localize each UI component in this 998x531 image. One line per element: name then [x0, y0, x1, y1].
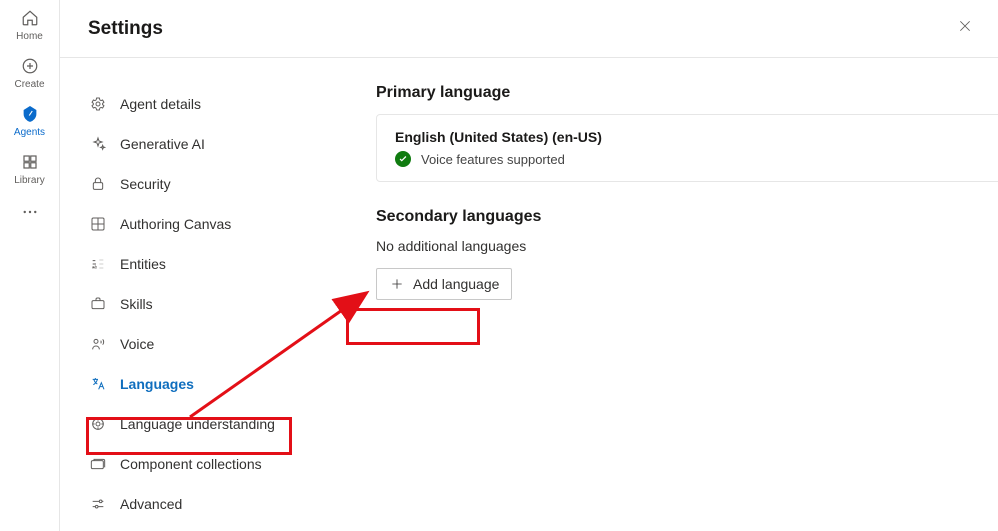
- sidebar-item-skills[interactable]: Skills: [88, 284, 316, 324]
- secondary-empty-message: No additional languages: [376, 238, 998, 254]
- secondary-languages-heading: Secondary languages: [376, 208, 998, 226]
- sidebar-item-agent-details[interactable]: Agent details: [88, 84, 316, 124]
- brain-icon: [88, 416, 108, 432]
- sidebar-item-label: Agent details: [120, 97, 201, 111]
- sidebar-item-label: Skills: [120, 297, 153, 311]
- sidebar-item-label: Voice: [120, 337, 154, 351]
- rail-item-more[interactable]: [0, 202, 60, 222]
- main-panel: Primary language English (United States)…: [316, 58, 998, 531]
- languages-icon: [88, 376, 108, 392]
- rail-item-library[interactable]: Library: [0, 152, 60, 186]
- app-rail: Home Create Agents Library: [0, 0, 60, 531]
- page-header: Settings: [60, 0, 998, 58]
- rail-label: Home: [16, 31, 43, 42]
- close-button[interactable]: [952, 13, 978, 44]
- lock-icon: [88, 176, 108, 192]
- sidebar-item-label: Advanced: [120, 497, 182, 511]
- settings-sidebar: Agent details Generative AI Security Aut…: [60, 58, 316, 531]
- collections-icon: [88, 456, 108, 472]
- rail-item-home[interactable]: Home: [0, 8, 60, 42]
- primary-language-status-row: Voice features supported: [395, 151, 993, 167]
- sidebar-item-label: Authoring Canvas: [120, 217, 231, 231]
- sidebar-item-label: Languages: [120, 377, 194, 391]
- sidebar-item-component-collections[interactable]: Component collections: [88, 444, 316, 484]
- checkmark-circle-icon: [395, 151, 411, 167]
- close-icon: [958, 20, 972, 37]
- entities-icon: ab: [88, 256, 108, 272]
- sidebar-item-voice[interactable]: Voice: [88, 324, 316, 364]
- sidebar-item-advanced[interactable]: Advanced: [88, 484, 316, 524]
- sidebar-item-label: Generative AI: [120, 137, 205, 151]
- ellipsis-icon: [20, 202, 40, 222]
- agents-icon: [20, 104, 40, 124]
- sidebar-item-generative-ai[interactable]: Generative AI: [88, 124, 316, 164]
- primary-language-card[interactable]: English (United States) (en-US) Voice fe…: [376, 114, 998, 182]
- sidebar-item-label: Component collections: [120, 457, 262, 471]
- rail-label: Agents: [14, 127, 45, 138]
- primary-language-name: English (United States) (en-US): [395, 129, 993, 145]
- svg-text:ab: ab: [92, 265, 98, 270]
- plus-icon: [389, 276, 405, 292]
- rail-label: Create: [14, 79, 44, 90]
- sliders-icon: [88, 496, 108, 512]
- home-icon: [20, 8, 40, 28]
- sidebar-item-security[interactable]: Security: [88, 164, 316, 204]
- primary-language-heading: Primary language: [376, 84, 998, 102]
- plus-circle-icon: [20, 56, 40, 76]
- page-title: Settings: [88, 18, 163, 40]
- primary-language-status: Voice features supported: [421, 152, 565, 167]
- add-language-label: Add language: [413, 276, 499, 292]
- sidebar-item-languages[interactable]: Languages: [88, 364, 316, 404]
- sidebar-item-label: Language understanding: [120, 417, 275, 431]
- sidebar-item-label: Entities: [120, 257, 166, 271]
- library-icon: [20, 152, 40, 172]
- gear-icon: [88, 96, 108, 112]
- canvas-icon: [88, 216, 108, 232]
- sidebar-item-language-understanding[interactable]: Language understanding: [88, 404, 316, 444]
- skills-icon: [88, 296, 108, 312]
- sparkle-icon: [88, 136, 108, 152]
- sidebar-item-authoring-canvas[interactable]: Authoring Canvas: [88, 204, 316, 244]
- settings-page: Settings Agent details Generative AI: [60, 0, 998, 531]
- content-area: Agent details Generative AI Security Aut…: [60, 58, 998, 531]
- sidebar-item-label: Security: [120, 177, 171, 191]
- rail-item-create[interactable]: Create: [0, 56, 60, 90]
- rail-item-agents[interactable]: Agents: [0, 104, 60, 138]
- rail-label: Library: [14, 175, 45, 186]
- sidebar-item-entities[interactable]: ab Entities: [88, 244, 316, 284]
- add-language-button[interactable]: Add language: [376, 268, 512, 300]
- voice-icon: [88, 336, 108, 352]
